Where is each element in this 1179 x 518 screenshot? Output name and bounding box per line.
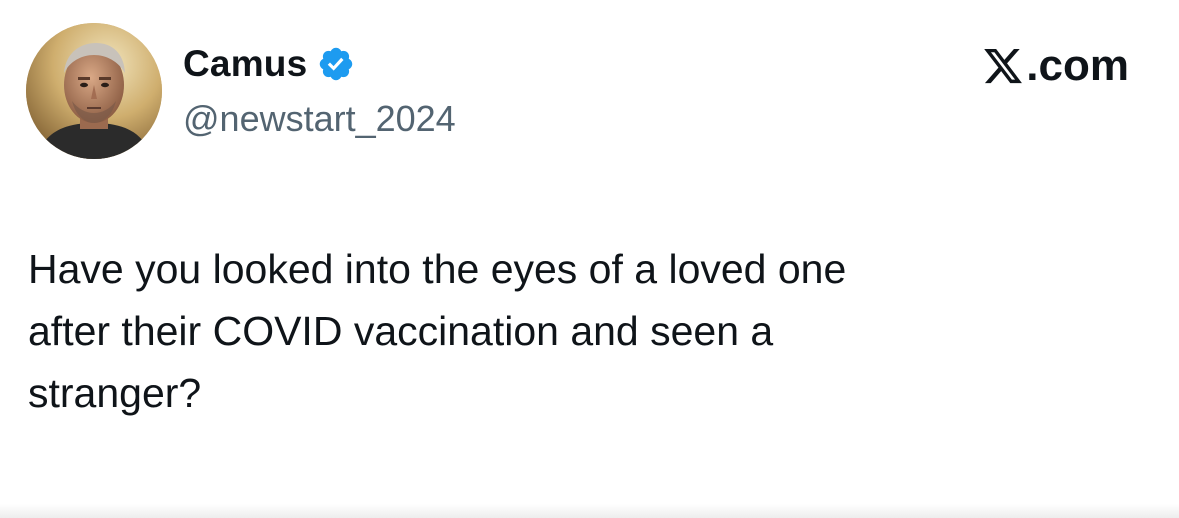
author-display-name[interactable]: Camus bbox=[183, 43, 307, 85]
avatar-photo-icon bbox=[26, 23, 162, 159]
card-bottom-edge bbox=[0, 504, 1179, 518]
author-name-row: Camus bbox=[183, 40, 355, 88]
tweet-card: Camus @newstart_2024 .com Have you looke… bbox=[0, 0, 1179, 518]
x-logo-icon bbox=[982, 45, 1024, 87]
site-domain: .com bbox=[1026, 41, 1129, 90]
author-avatar[interactable] bbox=[26, 23, 162, 159]
site-watermark: .com bbox=[982, 38, 1129, 94]
tweet-text: Have you looked into the eyes of a loved… bbox=[28, 246, 847, 416]
author-handle[interactable]: @newstart_2024 bbox=[183, 98, 456, 140]
verified-badge-icon bbox=[317, 45, 355, 83]
